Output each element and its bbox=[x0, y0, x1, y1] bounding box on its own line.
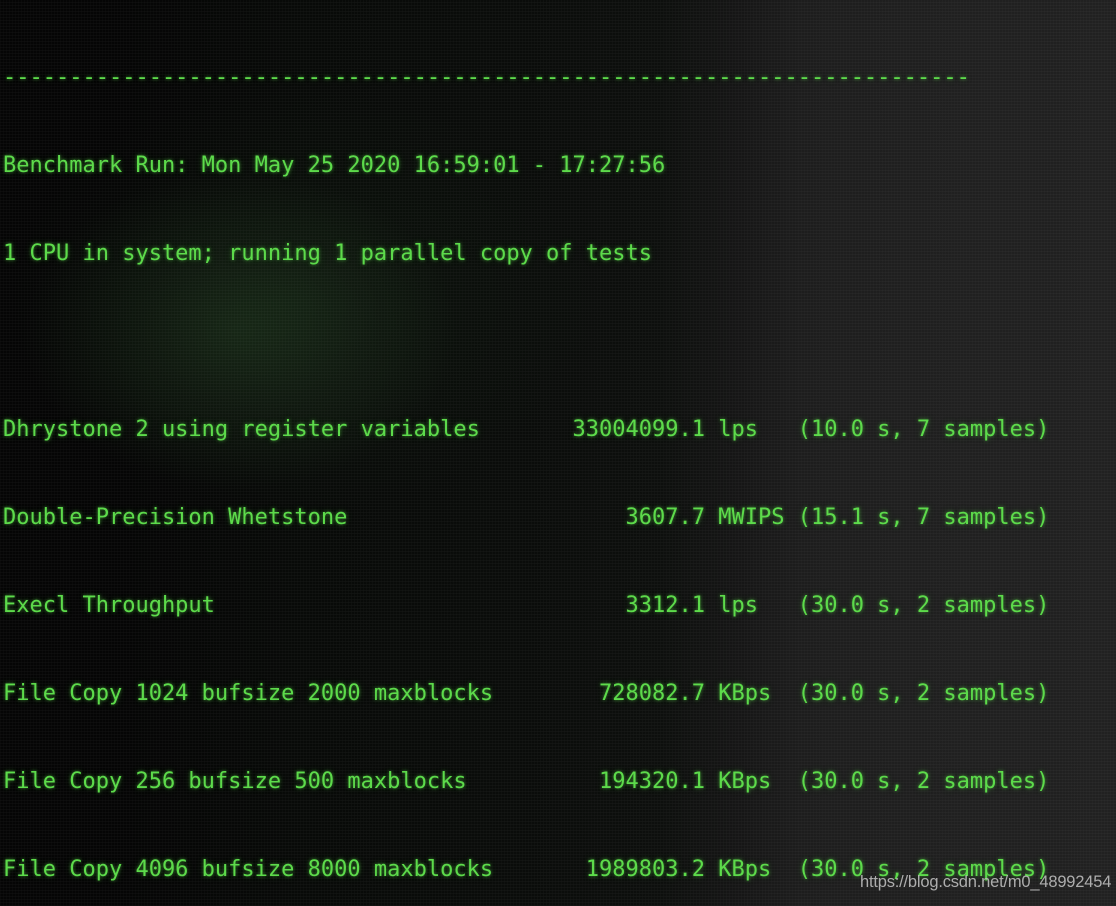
result-row-filecopy-256: File Copy 256 bufsize 500 maxblocks 1943… bbox=[3, 768, 1050, 794]
result-row-filecopy-1024: File Copy 1024 bufsize 2000 maxblocks 72… bbox=[3, 680, 1050, 706]
result-row-dhrystone: Dhrystone 2 using register variables 330… bbox=[3, 416, 1050, 442]
blank-line-1 bbox=[3, 327, 1116, 356]
benchmark-run-line: Benchmark Run: Mon May 25 2020 16:59:01 … bbox=[3, 152, 666, 178]
separator-line: ----------------------------------------… bbox=[3, 64, 970, 90]
terminal-output: ----------------------------------------… bbox=[3, 4, 1116, 906]
terminal-window: ----------------------------------------… bbox=[0, 0, 1116, 906]
result-row-execl: Execl Throughput 3312.1 lps (30.0 s, 2 s… bbox=[3, 592, 1050, 618]
watermark-text: https://blog.csdn.net/m0_48992454 bbox=[860, 873, 1112, 891]
cpu-info-line: 1 CPU in system; running 1 parallel copy… bbox=[3, 240, 653, 266]
result-row-whetstone: Double-Precision Whetstone 3607.7 MWIPS … bbox=[3, 504, 1050, 530]
